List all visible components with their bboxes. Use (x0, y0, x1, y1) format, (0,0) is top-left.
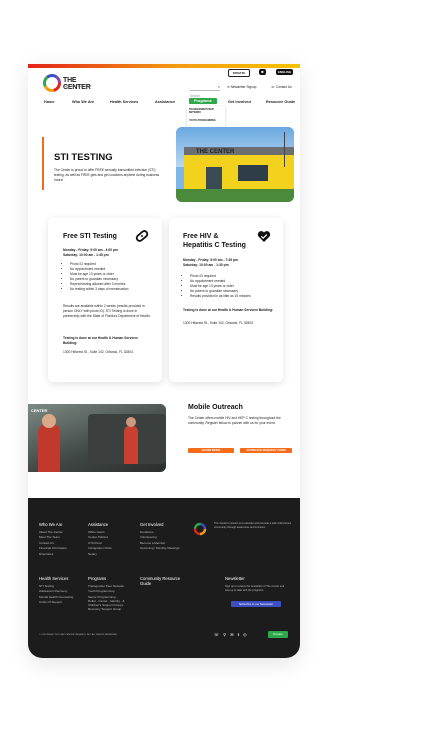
card-sti-address: 1300 Hillcrest St., Suite 102, Orlando, … (63, 350, 134, 354)
list-item: No testing within 3 days of menstruation (70, 287, 160, 292)
card-sti-location-title: Testing is done at our Health & Human Se… (63, 336, 138, 345)
donate-button[interactable]: DONATE (228, 69, 250, 77)
page-title: STI TESTING (54, 152, 113, 163)
mail-icon: ✉ (227, 85, 230, 89)
social-links: ☏ ⚲ ✉ f ◎ (214, 632, 247, 637)
hero-accent-bar (42, 137, 44, 190)
nav-home[interactable]: Home (44, 100, 55, 104)
card-sti-testing: Free STI Testing Monday - Friday: 9:00 a… (48, 218, 162, 382)
outreach-text: The Center offers mobile HIV and HEP C t… (188, 416, 281, 425)
footer-link[interactable]: Directories (39, 552, 79, 557)
footer: Who We Are About The Center Meet The Tea… (28, 498, 300, 658)
footer-col-resource-title[interactable]: Community Resource Guide (140, 576, 188, 586)
footer-col-assistance-title: Assistance (88, 522, 109, 527)
footer-donate-button[interactable]: Donate (268, 631, 288, 638)
location-icon[interactable]: ⚲ (223, 632, 226, 637)
footer-logo-icon (193, 522, 207, 536)
nav-programs[interactable]: Programs (189, 98, 217, 104)
footer-newsletter-text: Sign up to receive the newsletter of The… (225, 585, 285, 592)
outreach-photo: CENTER (28, 404, 166, 472)
footer-col-health-title: Health Services (39, 576, 69, 581)
newsletter-label: Newsletter Signup (230, 85, 257, 89)
learn-more-button[interactable]: LEARN MORE (188, 448, 234, 453)
footer-link[interactable]: Dollar - Center - Identity - & Children'… (88, 599, 132, 607)
copyright-text: © COPYRIGHT 2022 GAY CENTER ORLANDO, INC… (39, 634, 118, 636)
card-hiv-title-2: Hepatitis C Testing (183, 242, 246, 249)
outreach-title: Mobile Outreach (188, 404, 243, 411)
phone-icon[interactable]: ☏ (214, 632, 219, 637)
newsletter-link[interactable]: ✉ Newsletter Signup (227, 85, 256, 89)
nav-assistance[interactable]: Assistance (155, 100, 175, 104)
contact-link[interactable]: ☏ Contact Us (271, 85, 292, 89)
footer-link[interactable]: Upcoming / Monthly Meetings (140, 546, 188, 551)
footer-about-text: The Center's mission is to educate and p… (214, 522, 292, 529)
card-hiv-requirements: Photo ID required No appointment needed … (184, 274, 282, 299)
footer-col-who-list: About The Center Meet The Team Contact U… (39, 530, 79, 557)
footer-col-programs-list: Transgender Peer Network Youth Programmi… (88, 584, 132, 613)
footer-link[interactable]: Circle Of Support (39, 600, 85, 605)
dropdown-item-transgender[interactable]: TRANSGENDER PEER NETWORK (189, 109, 223, 115)
dropdown-item-youth[interactable]: YOUTH PROGRAMMING (189, 120, 216, 122)
nav-resource-guide[interactable]: Resource Guide (266, 100, 295, 104)
nav-get-involved[interactable]: Get Involved (228, 100, 251, 104)
hero-building-image: THE CENTER (176, 127, 294, 202)
card-sti-title: Free STI Testing (63, 233, 117, 240)
language-select[interactable]: ENGLISH (276, 69, 293, 75)
footer-col-involved-list: Donations Volunteering Become a Member U… (140, 530, 188, 552)
footer-col-health-list: STI Testing Adolescent Recovery Mental H… (39, 584, 85, 606)
search-input[interactable]: Search ⌕ (190, 84, 220, 98)
nav-who-we-are[interactable]: Who We Are (72, 100, 94, 104)
footer-col-assistance-list: Office Hours Center Policies CTCV/LLF Im… (88, 530, 128, 557)
nav-health-services[interactable]: Health Services (110, 100, 138, 104)
footer-col-who-title: Who We Are (39, 522, 63, 527)
footer-link[interactable]: Notary (88, 552, 128, 557)
hero-text: The Center is proud to offer FREE sexual… (54, 168, 160, 182)
logo-subtext: GAYCENTERORLANDO.ORG (64, 86, 92, 88)
bag-icon: ■ (261, 69, 264, 74)
mail-icon[interactable]: ✉ (230, 632, 233, 637)
header-color-stripe (28, 64, 300, 68)
card-sti-results: Results are available within 2 weeks (re… (63, 304, 151, 318)
outreach-request-button[interactable]: OUTREACH REQUEST FORM (240, 448, 292, 453)
search-icon: ⌕ (217, 84, 220, 89)
footer-link[interactable]: Recovery Support Group (88, 607, 132, 612)
card-sti-hours-2: Saturday: 10:00 am - 1:45 pm (63, 253, 109, 257)
list-item: Results provided in as little as 15 minu… (190, 294, 282, 299)
card-hiv-title-1: Free HIV & (183, 233, 219, 240)
heart-check-icon (257, 231, 271, 242)
card-hiv-location-title: Testing is done at our Health & Human Se… (183, 308, 274, 312)
footer-newsletter-title: Newsletter (225, 576, 245, 581)
logo-ring-icon (43, 74, 61, 92)
card-hiv-address: 1300 Hillcrest St., Suite 102, Orlando, … (183, 321, 254, 325)
card-hiv-testing: Free HIV & Hepatitis C Testing Monday - … (169, 218, 283, 382)
instagram-icon[interactable]: ◎ (243, 632, 247, 637)
phone-icon: ☏ (271, 85, 275, 89)
store-button[interactable]: ■ (259, 69, 266, 75)
card-sti-requirements: Photo ID required No appointment needed … (64, 262, 160, 292)
contact-label: Contact Us (275, 85, 292, 89)
subscribe-button[interactable]: Subscribe to our Newsletter (231, 601, 281, 607)
card-hiv-hours-2: Saturday: 10:00 am - 1:30 pm (183, 263, 229, 267)
facebook-icon[interactable]: f (238, 632, 239, 637)
footer-col-involved-title: Get Involved (140, 522, 164, 527)
logo-text: THE CENTER (63, 77, 91, 91)
browser-page: THE CENTER GAYCENTERORLANDO.ORG DONATE ■… (28, 64, 300, 658)
footer-col-programs-title: Programs (88, 576, 107, 581)
logo[interactable]: THE CENTER GAYCENTERORLANDO.ORG (42, 73, 92, 95)
bandage-icon (135, 230, 149, 242)
